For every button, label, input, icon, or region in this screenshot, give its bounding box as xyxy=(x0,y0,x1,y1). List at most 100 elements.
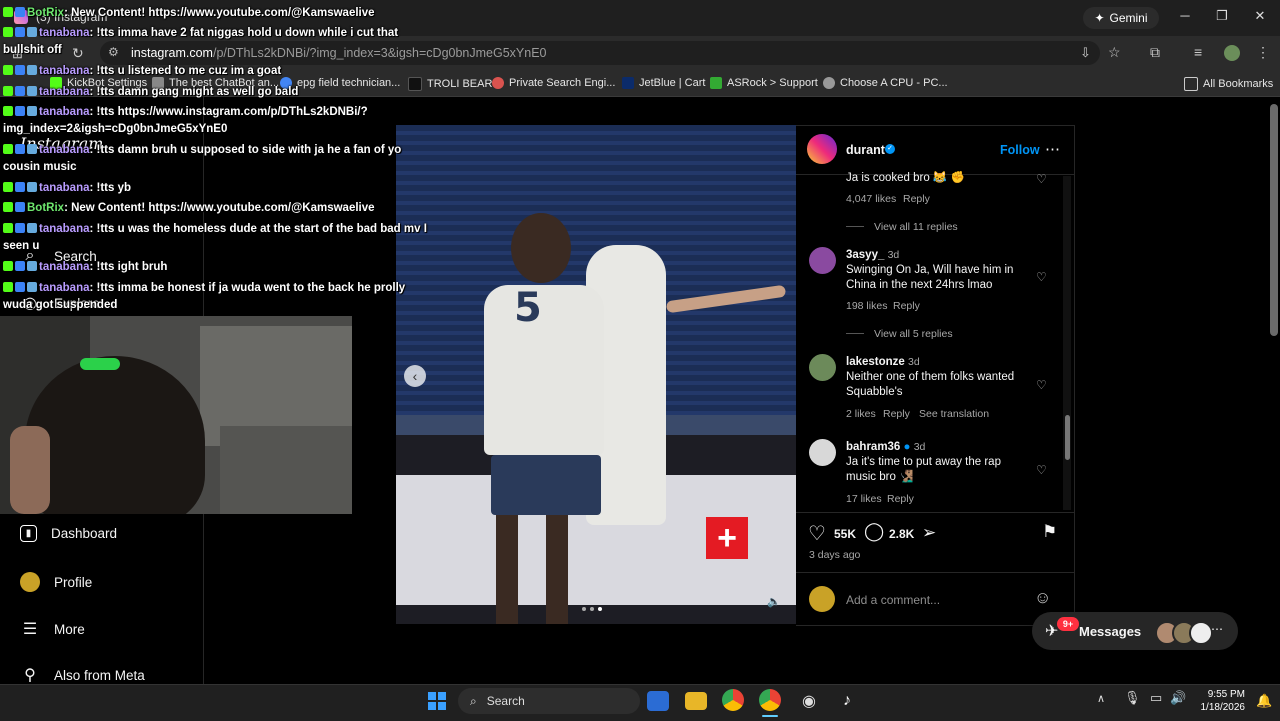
microphone-icon[interactable]: 🎙 xyxy=(1124,690,1141,706)
comments-scroll-thumb[interactable] xyxy=(1065,415,1070,460)
network-icon[interactable]: ▭ xyxy=(1150,690,1162,706)
verified-badge-icon: ✓ xyxy=(885,144,895,154)
taskbar-search[interactable]: ⌕ Search xyxy=(458,688,640,714)
comment-likes[interactable]: 4,047 likes xyxy=(846,193,896,205)
share-icon[interactable]: ➢ xyxy=(922,523,936,543)
commenter-avatar[interactable] xyxy=(809,354,836,381)
file-explorer-icon[interactable] xyxy=(685,692,707,710)
emoji-icon[interactable]: ☺ xyxy=(1034,588,1051,608)
like-icon[interactable]: ♡ xyxy=(808,521,826,546)
gemini-button[interactable]: ✦ Gemini xyxy=(1083,7,1159,29)
like-count[interactable]: 55K xyxy=(834,527,856,541)
sub-badge-icon xyxy=(15,282,25,292)
install-app-icon[interactable]: ⇩ xyxy=(1080,45,1091,61)
like-comment-icon[interactable]: ♡ xyxy=(1036,270,1048,284)
bookmark-item[interactable]: ASRock > Support xyxy=(710,77,818,89)
tiktok-icon[interactable]: ♪ xyxy=(834,689,860,713)
kick-badge-icon xyxy=(3,223,13,233)
bookmark-item[interactable]: Private Search Engi... xyxy=(492,77,615,89)
bookmark-item[interactable]: TROLI BEAR xyxy=(408,77,492,91)
volume-icon[interactable]: 🔊 xyxy=(1170,690,1186,706)
reply-button[interactable]: Reply xyxy=(887,493,914,505)
bookmark-label: TROLI BEAR xyxy=(427,78,493,90)
like-comment-icon[interactable]: ♡ xyxy=(1036,172,1048,186)
comment-username[interactable]: bahram36 xyxy=(846,441,900,453)
player-head xyxy=(511,213,571,283)
media-controls-icon[interactable]: ≡ xyxy=(1194,44,1202,60)
author-avatar[interactable] xyxy=(807,134,837,164)
close-icon[interactable]: ✕ xyxy=(1250,8,1270,26)
obs-icon[interactable]: ◉ xyxy=(796,689,822,713)
chat-message: tanabana: !tts yb xyxy=(3,180,131,197)
author-username[interactable]: durant xyxy=(846,143,885,157)
reply-button[interactable]: Reply xyxy=(893,300,920,312)
like-comment-icon[interactable]: ♡ xyxy=(1036,463,1048,477)
save-bookmark-icon[interactable]: ⚑ xyxy=(1042,522,1057,542)
comment-username[interactable]: 3asyy_ xyxy=(846,249,884,261)
reply-button[interactable]: Reply xyxy=(883,408,910,420)
chrome-profile-icon[interactable] xyxy=(759,689,781,711)
chat-username: tanabana xyxy=(39,65,90,77)
folder-icon xyxy=(1184,77,1198,91)
view-replies-button[interactable]: View all 5 replies xyxy=(874,328,953,340)
like-comment-icon[interactable]: ♡ xyxy=(1036,378,1048,392)
chrome-icon[interactable] xyxy=(722,689,744,711)
kick-badge-icon xyxy=(3,65,13,75)
replies-line xyxy=(846,333,864,334)
comment-icon[interactable]: ◯ xyxy=(864,521,884,542)
replies-line xyxy=(846,226,864,227)
bookmark-label: ASRock > Support xyxy=(727,77,818,89)
add-comment-input[interactable]: Add a comment... xyxy=(846,593,940,607)
notifications-icon[interactable]: 🔔 xyxy=(1256,693,1272,709)
chat-username: tanabana xyxy=(39,182,90,194)
nav-more[interactable]: ☰ More xyxy=(20,619,85,639)
nav-also-from-meta[interactable]: ⚲ Also from Meta xyxy=(20,665,145,685)
messages-badge: 9+ xyxy=(1057,617,1079,631)
extensions-icon[interactable]: ⧉ xyxy=(1150,44,1160,61)
chrome-menu-icon[interactable]: ⋮ xyxy=(1256,44,1270,61)
chat-text: : !tts damn bruh u supposed to side with… xyxy=(89,144,402,156)
start-windows-icon[interactable] xyxy=(424,689,450,713)
bookmark-item[interactable]: JetBlue | Cart xyxy=(622,77,705,89)
kick-badge-icon xyxy=(3,106,13,116)
commenter-avatar[interactable] xyxy=(809,439,836,466)
comment-text: Neither one of them folks wanted Squabbl… xyxy=(846,371,1015,398)
all-bookmarks-button[interactable]: All Bookmarks xyxy=(1184,77,1273,91)
comment-likes[interactable]: 17 likes xyxy=(846,493,882,505)
more-options-icon[interactable]: ⋯ xyxy=(1045,140,1060,158)
nav-profile[interactable]: Profile xyxy=(20,572,92,592)
profile-avatar-icon[interactable] xyxy=(1224,45,1240,61)
chat-username: tanabana xyxy=(39,223,90,235)
page-scrollbar[interactable] xyxy=(1270,104,1278,336)
carousel-prev-icon[interactable]: ‹ xyxy=(404,365,426,387)
nav-dashboard[interactable]: ▮ Dashboard xyxy=(20,525,117,542)
tray-chevron-icon[interactable]: ∧ xyxy=(1097,692,1105,705)
post-image[interactable]: + 5 ‹ 🔈 xyxy=(396,125,796,624)
sub-badge-icon xyxy=(27,27,37,37)
reply-button[interactable]: Reply xyxy=(903,193,930,205)
comment-likes[interactable]: 2 likes xyxy=(846,408,876,420)
taskbar-clock[interactable]: 9:55 PM 1/18/2026 xyxy=(1195,688,1246,714)
chat-username: BotRix xyxy=(27,202,65,214)
comment-username[interactable]: lakestonze xyxy=(846,356,905,368)
commenter-avatar[interactable] xyxy=(809,247,836,274)
restore-icon[interactable]: ❐ xyxy=(1212,8,1232,26)
cpu-icon xyxy=(823,77,835,89)
kick-badge-icon xyxy=(3,282,13,292)
see-translation-button[interactable]: See translation xyxy=(919,408,989,420)
mute-icon[interactable]: 🔈 xyxy=(766,595,782,611)
sub-badge-icon xyxy=(27,223,37,233)
follow-button[interactable]: Follow xyxy=(1000,143,1040,157)
bookmark-item[interactable]: Choose A CPU - PC... xyxy=(823,77,948,89)
search-icon: ⌕ xyxy=(470,693,477,708)
store-icon[interactable] xyxy=(647,691,669,711)
chat-message: tanabana: !tts damn gang might as well g… xyxy=(3,84,298,101)
comment-likes[interactable]: 198 likes xyxy=(846,300,887,312)
minimize-icon[interactable]: ─ xyxy=(1175,8,1195,26)
clock-date: 1/18/2026 xyxy=(1200,702,1246,713)
bookmark-star-icon[interactable]: ☆ xyxy=(1108,44,1121,61)
taskbar-search-label: Search xyxy=(486,694,525,708)
view-replies-button[interactable]: View all 11 replies xyxy=(874,221,958,233)
comment-count[interactable]: 2.8K xyxy=(889,527,914,541)
chat-text: : !tts u listened to me cuz im a goat xyxy=(89,65,282,77)
